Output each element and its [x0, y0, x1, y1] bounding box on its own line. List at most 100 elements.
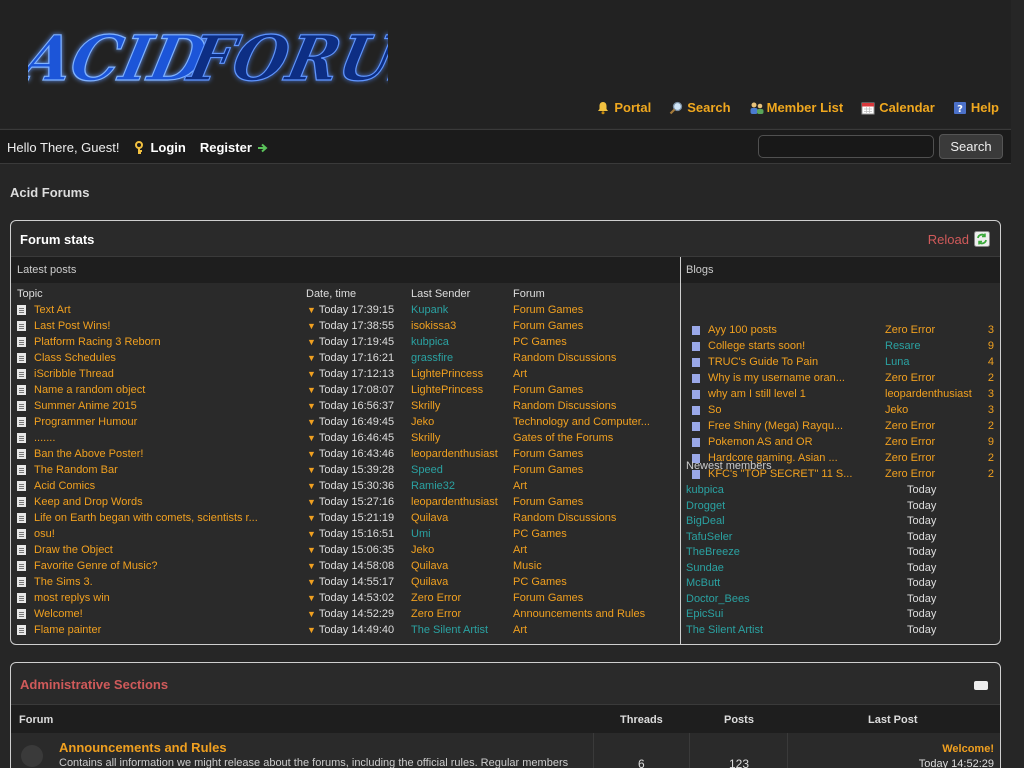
forum-link[interactable]: Music: [513, 560, 542, 572]
menu-member-list[interactable]: Member List: [749, 100, 843, 115]
blog-link[interactable]: Ayy 100 posts: [692, 324, 777, 336]
forum-link[interactable]: Forum Games: [513, 464, 583, 476]
member-link[interactable]: TafuSeler: [686, 531, 732, 543]
topic-link[interactable]: Favorite Genre of Music?: [17, 560, 158, 572]
blog-link[interactable]: TRUC's Guide To Pain: [692, 356, 818, 368]
blog-author-link[interactable]: Zero Error: [885, 420, 935, 432]
topic-link[interactable]: Text Art: [17, 304, 71, 316]
member-link[interactable]: BigDeal: [686, 515, 725, 527]
sender-link[interactable]: leopardenthusiast: [411, 448, 498, 460]
blog-author-link[interactable]: Resare: [885, 340, 920, 352]
blog-author-link[interactable]: Zero Error: [885, 468, 935, 480]
member-link[interactable]: The Silent Artist: [686, 624, 763, 636]
breadcrumb[interactable]: Acid Forums: [10, 185, 89, 200]
blog-author-link[interactable]: Zero Error: [885, 452, 935, 464]
forum-link[interactable]: Forum Games: [513, 320, 583, 332]
forum-link[interactable]: Gates of the Forums: [513, 432, 613, 444]
login-link[interactable]: Login: [133, 140, 186, 155]
forum-link[interactable]: Art: [513, 624, 527, 636]
blog-link[interactable]: College starts soon!: [692, 340, 805, 352]
forum-link[interactable]: Technology and Computer...: [513, 416, 650, 428]
forum-link[interactable]: Random Discussions: [513, 512, 616, 524]
topic-link[interactable]: Last Post Wins!: [17, 320, 110, 332]
topic-link[interactable]: .......: [17, 432, 55, 444]
menu-search[interactable]: Search: [669, 100, 731, 115]
sender-link[interactable]: Quilava: [411, 576, 448, 588]
topic-link[interactable]: Flame painter: [17, 624, 101, 636]
member-link[interactable]: EpicSui: [686, 608, 723, 620]
blog-link[interactable]: Why is my username oran...: [692, 372, 845, 384]
forum-name-link[interactable]: Announcements and Rules: [59, 740, 227, 755]
sender-link[interactable]: Zero Error: [411, 608, 461, 620]
sender-link[interactable]: Quilava: [411, 512, 448, 524]
sender-link[interactable]: Skrilly: [411, 400, 440, 412]
blog-author-link[interactable]: Zero Error: [885, 436, 935, 448]
sender-link[interactable]: Jeko: [411, 416, 434, 428]
sender-link[interactable]: leopardenthusiast: [411, 496, 498, 508]
member-link[interactable]: McButt: [686, 577, 720, 589]
forum-link[interactable]: Art: [513, 480, 527, 492]
forum-link[interactable]: Forum Games: [513, 448, 583, 460]
reload-button[interactable]: Reload: [928, 231, 990, 247]
topic-link[interactable]: Ban the Above Poster!: [17, 448, 143, 460]
forum-link[interactable]: Announcements and Rules: [513, 608, 645, 620]
sender-link[interactable]: The Silent Artist: [411, 624, 488, 636]
topic-link[interactable]: osu!: [17, 528, 55, 540]
blog-author-link[interactable]: Zero Error: [885, 372, 935, 384]
sender-link[interactable]: Umi: [411, 528, 431, 540]
admin-sections-title[interactable]: Administrative Sections: [20, 677, 168, 692]
sender-link[interactable]: Ramie32: [411, 480, 455, 492]
member-link[interactable]: TheBreeze: [686, 546, 740, 558]
blog-author-link[interactable]: Jeko: [885, 404, 908, 416]
forum-link[interactable]: Random Discussions: [513, 352, 616, 364]
forum-link[interactable]: Art: [513, 368, 527, 380]
forum-link[interactable]: Random Discussions: [513, 400, 616, 412]
blog-link[interactable]: why am I still level 1: [692, 388, 806, 400]
register-link[interactable]: Register: [200, 140, 269, 155]
sender-link[interactable]: isokissa3: [411, 320, 456, 332]
forum-link[interactable]: Forum Games: [513, 592, 583, 604]
topic-link[interactable]: Programmer Humour: [17, 416, 137, 428]
forum-link[interactable]: PC Games: [513, 576, 567, 588]
sender-link[interactable]: Skrilly: [411, 432, 440, 444]
forum-link[interactable]: Forum Games: [513, 304, 583, 316]
forum-link[interactable]: Forum Games: [513, 496, 583, 508]
topic-link[interactable]: Name a random object: [17, 384, 145, 396]
blog-author-link[interactable]: Zero Error: [885, 324, 935, 336]
topic-link[interactable]: Platform Racing 3 Reborn: [17, 336, 161, 348]
member-link[interactable]: Doctor_Bees: [686, 593, 750, 605]
sender-link[interactable]: Speed: [411, 464, 443, 476]
sender-link[interactable]: grassfire: [411, 352, 453, 364]
menu-portal[interactable]: Portal: [596, 100, 651, 115]
topic-link[interactable]: Draw the Object: [17, 544, 113, 556]
forum-link[interactable]: PC Games: [513, 336, 567, 348]
topic-link[interactable]: Welcome!: [17, 608, 83, 620]
collapse-icon[interactable]: [974, 681, 988, 690]
sender-link[interactable]: Quilava: [411, 560, 448, 572]
blog-link[interactable]: Free Shiny (Mega) Rayqu...: [692, 420, 843, 432]
forum-link[interactable]: Art: [513, 544, 527, 556]
topic-link[interactable]: The Sims 3.: [17, 576, 93, 588]
sender-link[interactable]: Zero Error: [411, 592, 461, 604]
sender-link[interactable]: kubpica: [411, 336, 449, 348]
sender-link[interactable]: LightePrincess: [411, 368, 483, 380]
blog-link[interactable]: So: [692, 404, 721, 416]
topic-link[interactable]: Class Schedules: [17, 352, 116, 364]
search-input[interactable]: [758, 135, 934, 158]
member-link[interactable]: kubpica: [686, 484, 724, 496]
topic-link[interactable]: iScribble Thread: [17, 368, 114, 380]
topic-link[interactable]: The Random Bar: [17, 464, 118, 476]
sender-link[interactable]: LightePrincess: [411, 384, 483, 396]
forum-link[interactable]: PC Games: [513, 528, 567, 540]
topic-link[interactable]: Acid Comics: [17, 480, 95, 492]
topic-link[interactable]: Summer Anime 2015: [17, 400, 137, 412]
topic-link[interactable]: Keep and Drop Words: [17, 496, 143, 508]
topic-link[interactable]: Life on Earth began with comets, scienti…: [17, 512, 258, 524]
blog-author-link[interactable]: Luna: [885, 356, 909, 368]
forum-link[interactable]: Forum Games: [513, 384, 583, 396]
member-link[interactable]: Drogget: [686, 500, 725, 512]
member-link[interactable]: Sundae: [686, 562, 724, 574]
topic-link[interactable]: most replys win: [17, 592, 110, 604]
blog-author-link[interactable]: leopardenthusiast: [885, 388, 972, 400]
last-post-link[interactable]: Welcome!: [942, 743, 994, 755]
